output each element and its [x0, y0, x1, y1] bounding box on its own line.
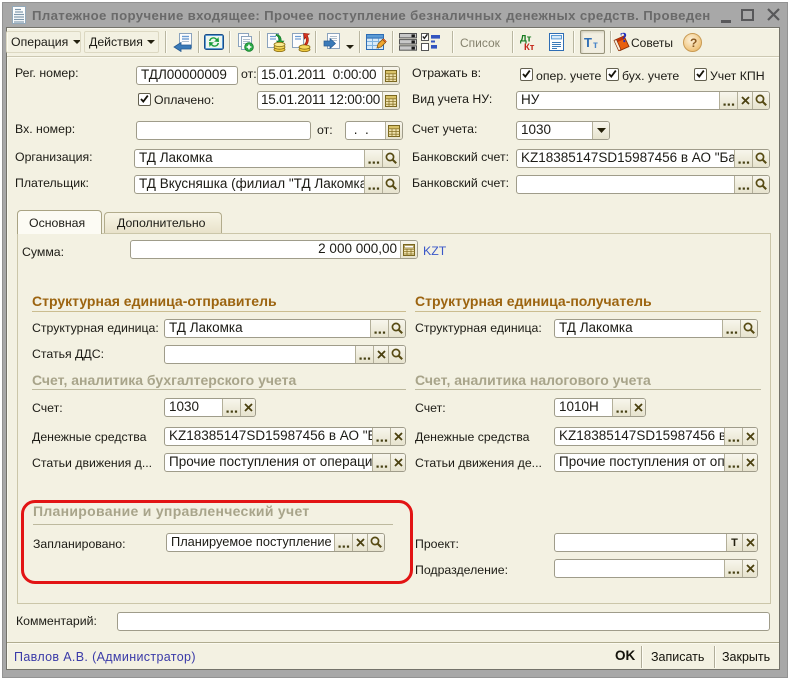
svg-text:т: т — [593, 40, 598, 51]
svg-text:T: T — [584, 35, 592, 50]
svg-text:Кт: Кт — [524, 42, 535, 51]
